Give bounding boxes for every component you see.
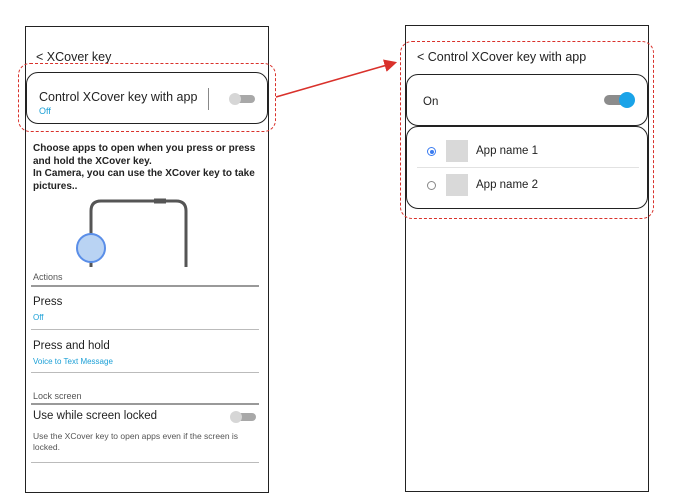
row-divider bbox=[31, 329, 259, 330]
highlight-control-card bbox=[18, 63, 276, 132]
press-hold-value: Voice to Text Message bbox=[33, 357, 113, 366]
lock-screen-label: Use while screen locked bbox=[33, 410, 158, 422]
row-divider bbox=[31, 372, 259, 373]
toggle-knob bbox=[230, 411, 242, 423]
press-setting-row[interactable]: Press Off bbox=[26, 289, 268, 329]
lock-screen-section-header: Lock screen bbox=[33, 391, 82, 401]
actions-divider bbox=[31, 285, 259, 287]
xcover-description: Choose apps to open when you press or pr… bbox=[33, 143, 256, 192]
highlight-app-selection bbox=[400, 41, 654, 219]
back-header[interactable]: < XCover key bbox=[36, 50, 111, 64]
press-hold-label: Press and hold bbox=[33, 340, 110, 352]
lock-screen-divider bbox=[31, 403, 259, 405]
actions-section-header: Actions bbox=[33, 272, 63, 282]
press-hold-setting-row[interactable]: Press and hold Voice to Text Message bbox=[26, 333, 268, 373]
phone-outline-illustration bbox=[76, 198, 188, 267]
arrow-annotation bbox=[275, 59, 398, 98]
press-value: Off bbox=[33, 313, 44, 322]
lock-screen-toggle[interactable] bbox=[230, 410, 258, 424]
row-divider bbox=[31, 462, 259, 463]
lock-screen-setting-row[interactable]: Use while screen locked Use the XCover k… bbox=[26, 407, 268, 462]
press-label: Press bbox=[33, 296, 63, 308]
lock-screen-description: Use the XCover key to open apps even if … bbox=[33, 431, 239, 452]
xcover-key-highlight bbox=[76, 233, 106, 263]
